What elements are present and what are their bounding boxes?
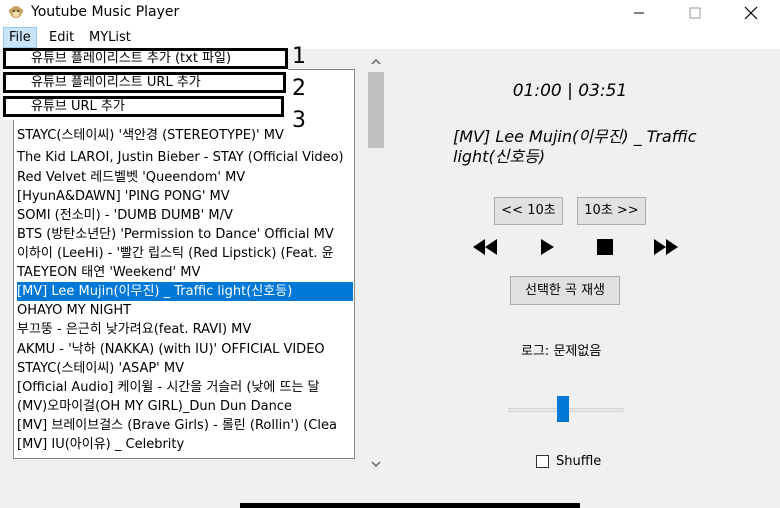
- annotation-number: 2: [292, 76, 306, 101]
- log-label: 로그:: [521, 344, 550, 359]
- list-item[interactable]: (MV)오마이걸(OH MY GIRL)_Dun Dun Dance: [17, 397, 353, 416]
- menu-item-add-url[interactable]: 유튜브 URL 추가: [3, 96, 284, 117]
- log-value: 문제없음: [553, 344, 602, 359]
- play-selected-button[interactable]: 선택한 곡 재생: [510, 276, 620, 305]
- list-item[interactable]: [MV] 브레이브걸스 (Brave Girls) - 롤린 (Rollin')…: [17, 416, 353, 435]
- monkey-icon: [8, 6, 24, 18]
- skip-back-10-button[interactable]: << 10초: [494, 197, 563, 225]
- menu-file[interactable]: File: [3, 27, 37, 48]
- list-item[interactable]: Red Velvet 레드벨벳 'Queendom' MV: [17, 168, 353, 187]
- list-item[interactable]: TAEYEON 태연 'Weekend' MV: [17, 263, 353, 282]
- list-item[interactable]: [HyunA&DAWN] 'PING PONG' MV: [17, 187, 353, 206]
- window-title: Youtube Music Player: [31, 4, 180, 20]
- chevron-up-icon[interactable]: [369, 56, 383, 68]
- close-icon[interactable]: [740, 2, 762, 24]
- list-item[interactable]: SOMI (전소미) - 'DUMB DUMB' M/V: [17, 206, 353, 225]
- time-display: 01:00 | 03:51: [512, 81, 628, 101]
- now-playing-title: [MV] Lee Mujin(이무진) _ Traffic light(신호등): [453, 127, 697, 166]
- menu-mylist[interactable]: MYList: [84, 27, 136, 48]
- title-bar: Youtube Music Player: [0, 0, 780, 26]
- file-dropdown-menu: 유튜브 플레이리스트 추가 (txt 파일) 유튜브 플레이리스트 URL 추가…: [3, 48, 288, 120]
- fast-forward-icon[interactable]: [652, 237, 680, 257]
- menu-edit[interactable]: Edit: [44, 27, 79, 48]
- list-item[interactable]: OHAYO MY NIGHT: [17, 301, 353, 320]
- skip-forward-10-button[interactable]: 10초 >>: [577, 197, 646, 225]
- list-item[interactable]: [Official Audio] 케이윌 - 시간을 거슬러 (낮에 뜨는 달: [17, 378, 353, 397]
- bottom-edge: [240, 503, 580, 508]
- list-item[interactable]: AKMU - '낙하 (NAKKA) (with IU)' OFFICIAL V…: [17, 340, 353, 359]
- list-item[interactable]: STAYC(스테이씨) 'ASAP' MV: [17, 359, 353, 378]
- annotation-number: 3: [292, 108, 306, 133]
- chevron-down-icon[interactable]: [369, 458, 383, 470]
- list-item[interactable]: BTS (방탄소년단) 'Permission to Dance' Offici…: [17, 225, 353, 244]
- menu-item-add-playlist-txt[interactable]: 유튜브 플레이리스트 추가 (txt 파일): [3, 48, 288, 69]
- scrollbar-thumb[interactable]: [368, 72, 384, 148]
- list-item[interactable]: The Kid LAROI, Justin Bieber - STAY (Off…: [17, 148, 353, 167]
- shuffle-label: Shuffle: [556, 454, 602, 469]
- maximize-icon[interactable]: [684, 2, 706, 24]
- rewind-icon[interactable]: [471, 237, 499, 257]
- list-item[interactable]: 부끄뚱 - 은근히 낮가려요(feat. RAVI) MV: [17, 320, 353, 339]
- minimize-icon[interactable]: [628, 2, 650, 24]
- play-icon[interactable]: [538, 237, 556, 257]
- annotation-number: 1: [292, 44, 306, 69]
- checkbox-box[interactable]: [536, 455, 549, 468]
- stop-icon[interactable]: [596, 237, 614, 257]
- volume-slider-thumb[interactable]: [557, 396, 569, 422]
- menu-item-add-playlist-url[interactable]: 유튜브 플레이리스트 URL 추가: [3, 72, 286, 93]
- list-item[interactable]: [MV] IU(아이유) _ Celebrity: [17, 435, 353, 454]
- log-status: 로그: 문제없음: [521, 343, 601, 361]
- menu-bar: File Edit MYList: [0, 27, 780, 49]
- list-item[interactable]: 이하이 (LeeHi) - '빨간 립스틱 (Red Lipstick) (Fe…: [17, 244, 353, 263]
- list-item-selected[interactable]: [MV] Lee Mujin(이무진) _ Traffic light(신호등): [17, 282, 353, 301]
